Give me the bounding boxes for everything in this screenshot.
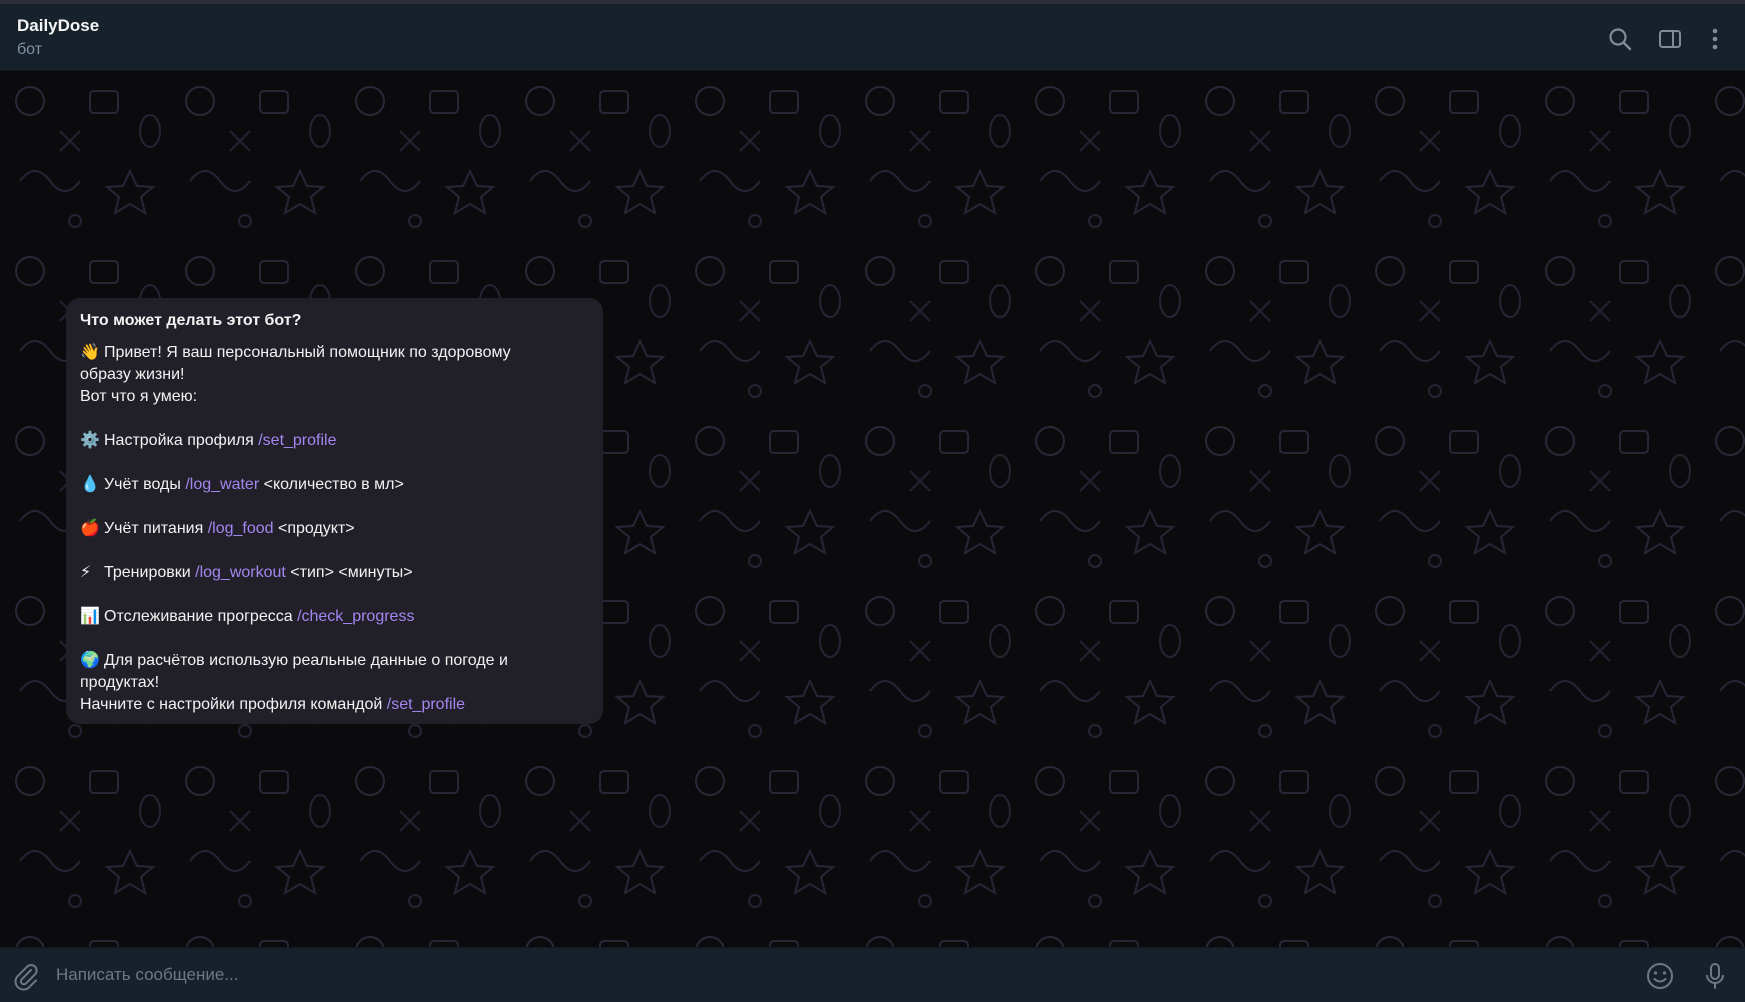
water-drop-icon: 💧 [80, 476, 100, 493]
message-line: продуктах! [80, 672, 589, 694]
more-vertical-icon[interactable] [1703, 26, 1727, 52]
message-text: Тренировки [104, 564, 196, 581]
bot-description-message: Что может делать этот бот? 👋 Привет! Я ва… [66, 298, 603, 724]
message-text: продуктах! [80, 674, 160, 691]
paperclip-icon[interactable] [10, 961, 40, 991]
message-input[interactable] [56, 960, 1616, 990]
message-text: образу жизни! [80, 366, 185, 383]
message-text: Учёт воды [104, 476, 186, 493]
bar-chart-icon: 📊 [80, 608, 100, 625]
globe-icon: 🌍 [80, 652, 100, 669]
message-line: ⚙️ Настройка профиля /set_profile [80, 430, 589, 452]
gear-icon: ⚙️ [80, 432, 100, 449]
message-text: Вот что я умею: [80, 388, 198, 405]
message-text: Отслеживание прогресса [104, 608, 298, 625]
message-line: Начните с настройки профиля командой /se… [80, 694, 589, 716]
command-link-set-profile[interactable]: /set_profile [387, 696, 465, 713]
message-line: 📊 Отслеживание прогресса /check_progress [80, 606, 589, 628]
telegram-window: DailyDose бот Что может делать этот бот?… [0, 0, 1745, 1002]
chat-header: DailyDose бот [0, 4, 1745, 71]
message-line: образу жизни! [80, 364, 589, 386]
message-line: 👋 Привет! Я ваш персональный помощник по … [80, 342, 589, 364]
chat-subtitle: бот [17, 41, 43, 58]
search-icon[interactable] [1607, 26, 1633, 52]
emoji-icon[interactable] [1645, 961, 1675, 991]
message-line: Вот что я умею: [80, 386, 589, 408]
chat-title[interactable]: DailyDose [17, 16, 99, 36]
command-link-log-food[interactable]: /log_food [208, 520, 274, 537]
message-line: 🍎 Учёт питания /log_food <продукт> [80, 518, 589, 540]
command-link-check-progress[interactable]: /check_progress [297, 608, 414, 625]
lightning-icon: ⚡ [80, 564, 92, 581]
message-line: ⚡ Тренировки /log_workout <тип> <минуты> [80, 562, 589, 584]
microphone-icon[interactable] [1700, 961, 1730, 991]
apple-icon: 🍎 [80, 520, 100, 537]
message-line: 🌍 Для расчётов использую реальные данные … [80, 650, 589, 672]
sidebar-toggle-icon[interactable] [1657, 26, 1683, 52]
waving-hand-icon: 👋 [80, 344, 100, 361]
message-text: Привет! Я ваш персональный помощник по з… [104, 344, 511, 361]
message-text: Учёт питания [104, 520, 208, 537]
message-text: Настройка профиля [104, 432, 259, 449]
command-link-set-profile[interactable]: /set_profile [258, 432, 336, 449]
message-text-suffix: <продукт> [273, 520, 355, 537]
message-line: 💧 Учёт воды /log_water <количество в мл> [80, 474, 589, 496]
message-text-suffix: <количество в мл> [259, 476, 404, 493]
message-composer [0, 947, 1745, 1002]
message-text: Для расчётов использую реальные данные о… [104, 652, 508, 669]
chat-area[interactable]: Что может делать этот бот? 👋 Привет! Я ва… [0, 71, 1745, 947]
message-text: Начните с настройки профиля командой [80, 696, 387, 713]
command-link-log-water[interactable]: /log_water [185, 476, 259, 493]
command-link-log-workout[interactable]: /log_workout [195, 564, 286, 581]
message-text-suffix: <тип> <минуты> [285, 564, 413, 581]
message-title: Что может делать этот бот? [80, 312, 302, 329]
